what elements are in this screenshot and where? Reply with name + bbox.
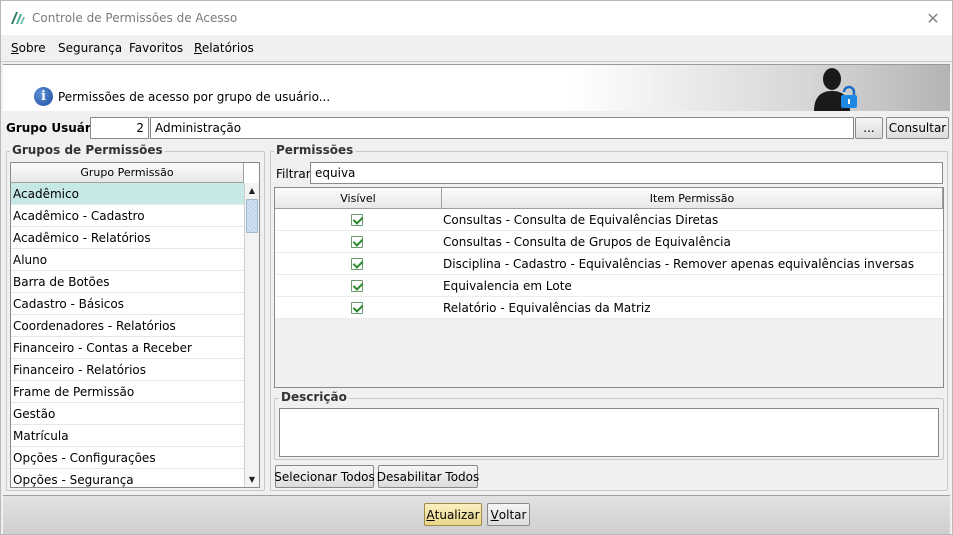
menu-relatorios-mnemonic: R [194, 41, 202, 55]
item-permissao-cell: Equivalencia em Lote [443, 279, 572, 293]
descricao-title: Descrição [279, 390, 349, 404]
list-item[interactable]: Acadêmico - Cadastro [11, 205, 244, 227]
permissoes-title: Permissões [274, 143, 356, 157]
scroll-thumb[interactable] [246, 199, 258, 233]
filtrar-label: Filtrar: [276, 167, 315, 181]
item-permissao-cell: Relatório - Equivalências da Matriz [443, 301, 651, 315]
table-row[interactable]: Consultas - Consulta de Grupos de Equiva… [275, 231, 943, 253]
permissions-window: Controle de Permissões de Acesso ✕ Sobre… [0, 0, 953, 535]
user-lock-icon [814, 68, 857, 111]
item-permissao-cell: Consultas - Consulta de Equivalências Di… [443, 213, 719, 227]
list-item[interactable]: Barra de Botões [11, 271, 244, 293]
menu-favoritos-label: Favoritos [129, 41, 184, 55]
grupo-usuario-code-field[interactable]: 2 [90, 117, 149, 139]
menu-bar: Sobre Segurança Favoritos Relatórios [1, 35, 952, 62]
grupo-permissao-column-header[interactable]: Grupo Permissão [11, 163, 244, 183]
grupos-permissoes-list[interactable]: Grupo Permissão Acadêmico Acadêmico - Cad… [10, 162, 260, 488]
menu-sobre[interactable]: Sobre [11, 41, 46, 55]
descricao-textarea[interactable] [279, 408, 939, 457]
banner-text: Permissões de acesso por grupo de usuári… [58, 90, 331, 104]
info-glyph: i [41, 89, 46, 104]
list-item[interactable]: Matrícula [11, 425, 244, 447]
close-icon: ✕ [926, 8, 940, 28]
list-item[interactable]: Acadêmico [11, 183, 244, 205]
table-row[interactable]: Relatório - Equivalências da Matriz [275, 297, 943, 319]
list-scrollbar[interactable]: ▲ ▼ [244, 183, 259, 487]
menu-relatorios[interactable]: Relatórios [194, 41, 254, 55]
grupos-permissoes-title: Grupos de Permissões [10, 143, 165, 157]
visivel-column-header[interactable]: Visível [275, 188, 442, 209]
app-logo-icon [11, 12, 25, 24]
menu-favoritos[interactable]: Favoritos [129, 41, 183, 55]
atualizar-mnemonic: A [426, 507, 435, 522]
voltar-mnemonic: V [490, 507, 499, 522]
list-item[interactable]: Gestão [11, 403, 244, 425]
scroll-down-icon[interactable]: ▼ [245, 472, 259, 487]
filter-input[interactable]: equiva [310, 162, 943, 184]
grupo-usuario-name-field[interactable]: Administração [150, 117, 854, 139]
menu-sobre-mnemonic: S [11, 41, 19, 55]
permissoes-grid: Visível Item Permissão Consultas - Consu… [274, 187, 944, 388]
list-item[interactable]: Opções - Segurança [11, 469, 244, 487]
list-item[interactable]: Financeiro - Contas a Receber [11, 337, 244, 359]
menu-sobre-label: obre [18, 41, 46, 55]
lookup-button[interactable]: ... [855, 117, 883, 139]
item-permissao-cell: Disciplina - Cadastro - Equivalências - … [443, 257, 915, 271]
list-item[interactable]: Financeiro - Relatórios [11, 359, 244, 381]
permissoes-rows: Consultas - Consulta de Equivalências Di… [275, 209, 943, 319]
consultar-button[interactable]: Consultar [886, 117, 949, 139]
atualizar-button[interactable]: Atualizar [424, 503, 482, 526]
desabilitar-todos-button[interactable]: Desabilitar Todos [377, 465, 479, 488]
table-row[interactable]: Disciplina - Cadastro - Equivalências - … [275, 253, 943, 275]
list-item[interactable]: Frame de Permissão [11, 381, 244, 403]
window-title: Controle de Permissões de Acesso [32, 11, 238, 25]
table-row[interactable]: Consultas - Consulta de Equivalências Di… [275, 209, 943, 231]
visible-checkbox[interactable] [351, 214, 363, 226]
list-item[interactable]: Opções - Configurações [11, 447, 244, 469]
visible-checkbox[interactable] [351, 302, 363, 314]
table-row[interactable]: Equivalencia em Lote [275, 275, 943, 297]
list-item[interactable]: Coordenadores - Relatórios [11, 315, 244, 337]
menu-relatorios-label: elatórios [201, 41, 254, 55]
scroll-up-icon[interactable]: ▲ [245, 183, 259, 198]
visible-checkbox[interactable] [351, 280, 363, 292]
visible-checkbox[interactable] [351, 258, 363, 270]
selecionar-todos-button[interactable]: Selecionar Todos [274, 465, 375, 488]
visible-checkbox[interactable] [351, 236, 363, 248]
menu-seguranca-label: Segurança [58, 41, 123, 55]
voltar-button[interactable]: Voltar [487, 503, 530, 526]
info-icon: i [34, 87, 53, 106]
menu-seguranca[interactable]: Segurança [58, 41, 122, 55]
grupo-permissao-rows: Acadêmico Acadêmico - Cadastro Acadêmico -… [11, 183, 244, 487]
item-permissao-cell: Consultas - Consulta de Grupos de Equiva… [443, 235, 731, 249]
header-banner: i Permissões de acesso por grupo de usuá… [3, 64, 950, 111]
item-permissao-column-header[interactable]: Item Permissão [442, 188, 943, 209]
close-button[interactable]: ✕ [920, 7, 946, 29]
voltar-label: oltar [498, 507, 527, 522]
atualizar-label: tualizar [434, 507, 480, 522]
list-item[interactable]: Aluno [11, 249, 244, 271]
list-item[interactable]: Cadastro - Básicos [11, 293, 244, 315]
title-bar: Controle de Permissões de Acesso ✕ [1, 1, 952, 35]
list-item[interactable]: Acadêmico - Relatórios [11, 227, 244, 249]
